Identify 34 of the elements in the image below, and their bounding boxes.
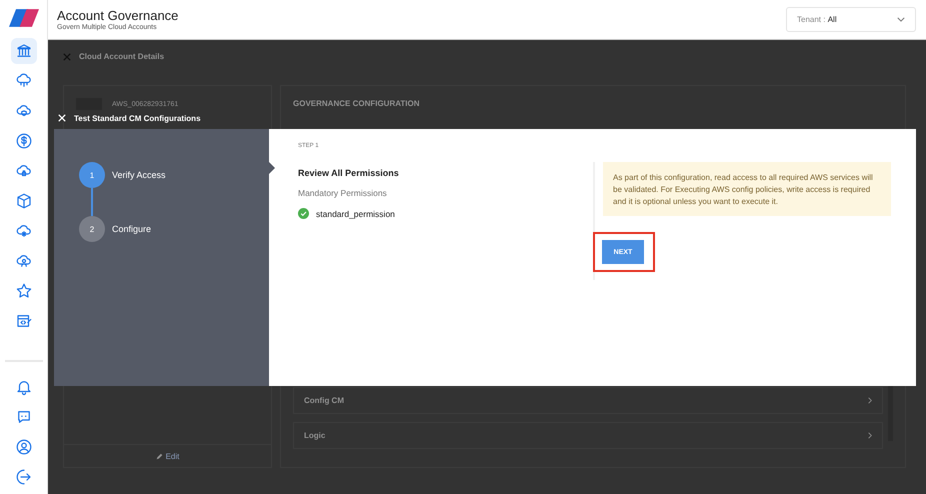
section-heading: Review All Permissions [298,168,400,178]
bell-icon [14,378,32,396]
permission-name: standard_permission [316,208,395,218]
edit-link[interactable]: Edit [166,452,180,460]
chevron-right-icon [868,432,872,439]
logout-icon [14,468,32,486]
scrollbar [888,386,893,441]
pencil-icon [156,452,163,460]
dollar-icon [14,132,32,150]
star-icon [14,282,32,300]
step-label[interactable]: Verify Access [112,170,166,180]
chevron-down-icon [897,17,905,22]
config-row[interactable]: Config CM [293,387,883,414]
cloud-gear-icon [14,222,32,240]
code-window-icon [14,312,32,330]
cube-icon [14,192,32,210]
section-title: GOVERNANCE CONFIGURATION [293,99,421,108]
nav-item[interactable] [10,38,36,64]
step-label[interactable]: Configure [112,224,152,234]
tenant-dropdown[interactable]: Tenant : All [786,7,916,32]
bank-icon [14,42,32,60]
step-number[interactable]: 2 [79,216,105,242]
panel-title: Cloud Account Details [79,52,164,61]
config-row[interactable]: Logic [293,422,883,449]
modal-title: Test Standard CM Configurations [74,114,201,122]
page-title: Account Governance [57,8,178,23]
cloud-user-icon [14,252,32,270]
info-note: As part of this configuration, read access to all required AWS services will be validated. For Executing AWS config policies, write access is required and it is optional unless you want to execute it. [603,162,891,216]
chevron-right-icon [868,397,872,404]
step-number[interactable]: 1 [79,162,105,188]
section-subheading: Mandatory Permissions [298,188,388,198]
user-icon [14,438,32,456]
logo-icon [8,9,38,27]
cloud-network-icon [14,72,32,90]
